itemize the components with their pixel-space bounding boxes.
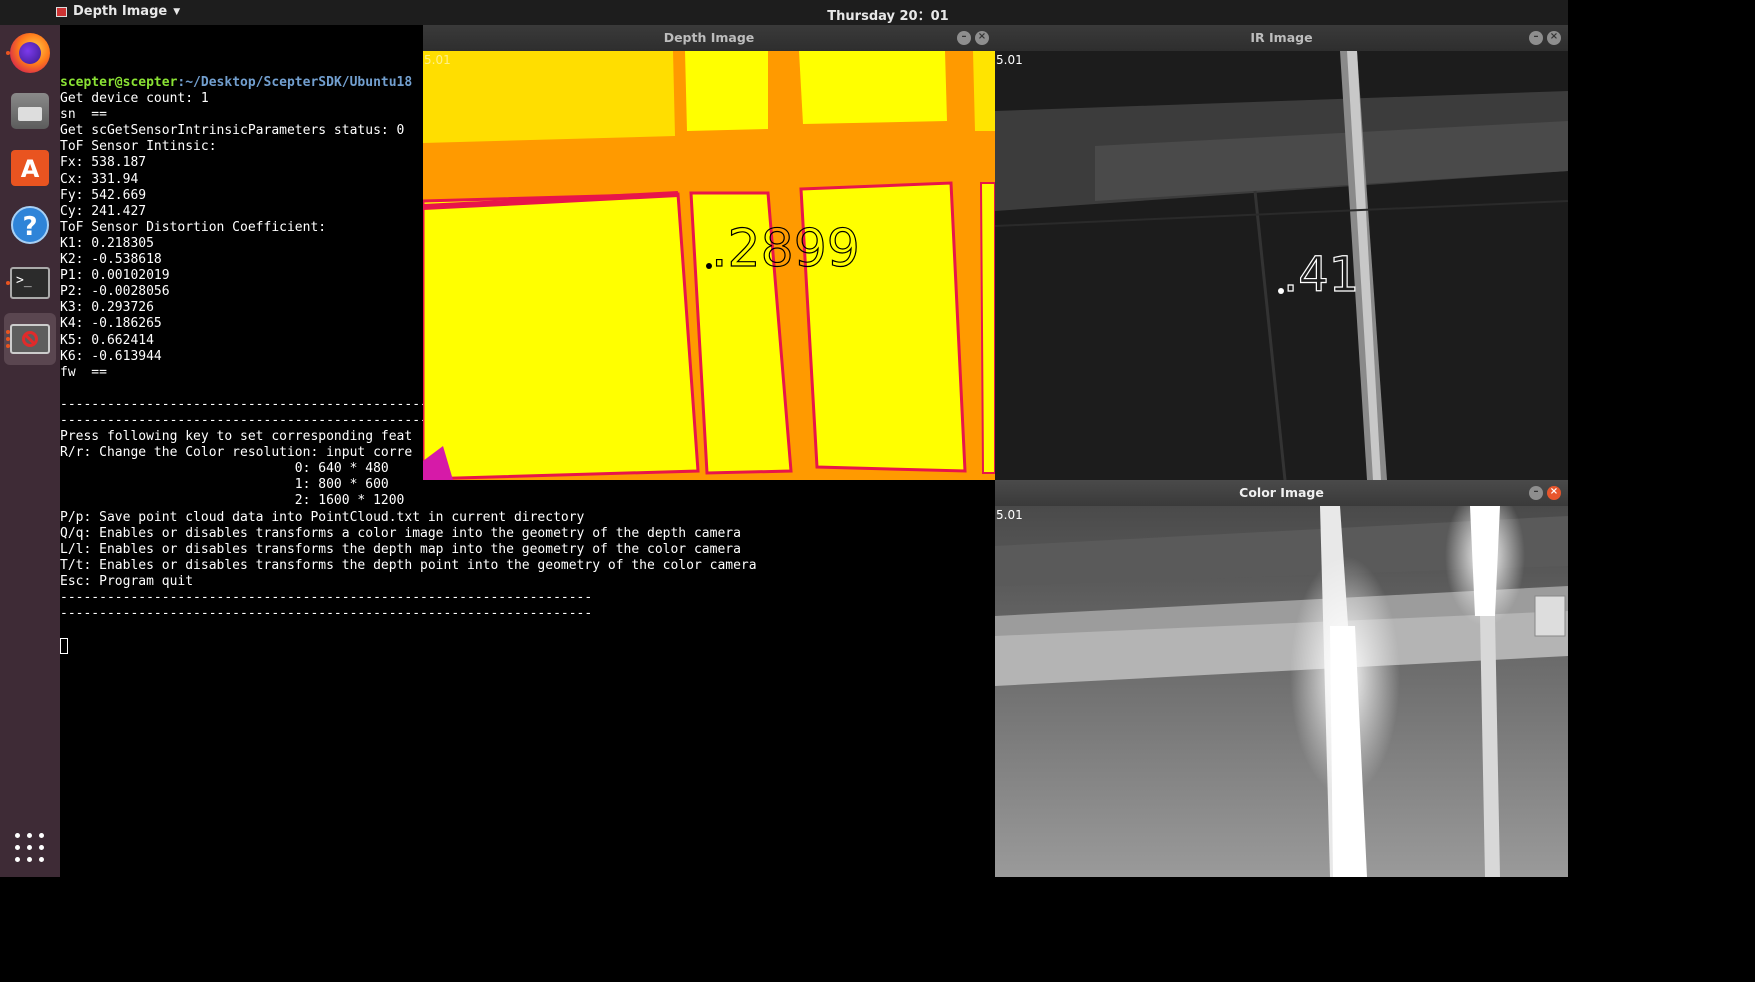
dock-item-sample-app[interactable] xyxy=(4,313,56,365)
terminal-line: ----------------------------------------… xyxy=(60,590,593,605)
color-camera-image xyxy=(995,506,1568,877)
ir-window-title: IR Image xyxy=(1250,30,1313,45)
dock-item-software[interactable]: A xyxy=(4,142,56,194)
color-window-titlebar[interactable]: Color Image – × xyxy=(995,480,1568,506)
dock-item-terminal[interactable]: >_ xyxy=(4,257,56,309)
terminal-line: ----------------------------------------… xyxy=(60,606,593,622)
dock-item-help[interactable]: ? xyxy=(4,199,56,251)
dock-item-files[interactable] xyxy=(4,85,56,137)
depth-map-image: .2899 xyxy=(423,51,995,480)
terminal-line: P/p: Save point cloud data into PointClo… xyxy=(60,509,585,525)
close-button[interactable]: × xyxy=(975,31,989,45)
close-button[interactable]: × xyxy=(1547,31,1561,45)
ir-image-window[interactable]: IR Image – × .41 5.01 xyxy=(995,25,1568,480)
blocked-app-icon xyxy=(10,324,50,354)
color-image-window[interactable]: Color Image – × 5.01 xyxy=(995,480,1568,877)
depth-window-title: Depth Image xyxy=(663,30,755,45)
files-icon xyxy=(11,93,49,129)
help-icon: ? xyxy=(11,206,49,244)
minimize-button[interactable]: – xyxy=(1529,31,1543,45)
minimize-button[interactable]: – xyxy=(957,31,971,45)
depth-fps: 5.01 xyxy=(424,53,451,67)
color-fps: 5.01 xyxy=(996,508,1023,522)
prompt-path: :~/Desktop/ScepterSDK/Ubuntu18 xyxy=(177,75,413,90)
text-cursor xyxy=(60,638,68,655)
dock-item-firefox[interactable] xyxy=(4,27,56,79)
ir-image-view[interactable]: .41 5.01 xyxy=(995,51,1568,480)
terminal-icon: >_ xyxy=(10,267,50,299)
running-indicator xyxy=(6,281,10,285)
ir-fps: 5.01 xyxy=(996,53,1023,67)
prompt-user: scepter@scepter xyxy=(60,75,178,90)
terminal-line: Q/q: Enables or disables transforms a co… xyxy=(60,525,741,541)
terminal-line: Esc: Program quit xyxy=(60,573,194,589)
depth-image-window[interactable]: Depth Image – × .2899 5.01 xyxy=(423,25,995,480)
terminal-line: 2: 1600 * 1200 xyxy=(60,493,405,509)
depth-measure-value: .2899 xyxy=(711,219,860,279)
dock: A ? >_ xyxy=(0,25,60,877)
ir-measure-value: .41 xyxy=(1283,247,1359,303)
terminal-line: L/l: Enables or disables transforms the … xyxy=(60,541,741,557)
depth-image-view[interactable]: .2899 5.01 xyxy=(423,51,995,480)
color-window-title: Color Image xyxy=(1239,485,1324,500)
terminal-line: T/t: Enables or disables transforms the … xyxy=(60,557,757,573)
close-button[interactable]: × xyxy=(1547,486,1561,500)
color-image-view[interactable]: 5.01 xyxy=(995,506,1568,877)
minimize-button[interactable]: – xyxy=(1529,486,1543,500)
running-indicator xyxy=(6,330,10,334)
depth-window-titlebar[interactable]: Depth Image – × xyxy=(423,25,995,51)
software-store-icon: A xyxy=(11,150,49,186)
clock[interactable]: Thursday 20：01 xyxy=(0,5,1755,24)
firefox-icon xyxy=(10,33,50,73)
top-bar: Depth Image ▼ Thursday 20：01 xyxy=(0,0,1568,25)
running-indicator xyxy=(6,337,10,341)
show-applications-icon[interactable] xyxy=(15,833,45,863)
ir-window-titlebar[interactable]: IR Image – × xyxy=(995,25,1568,51)
ir-camera-image: .41 xyxy=(995,51,1568,480)
running-indicator xyxy=(6,344,10,348)
